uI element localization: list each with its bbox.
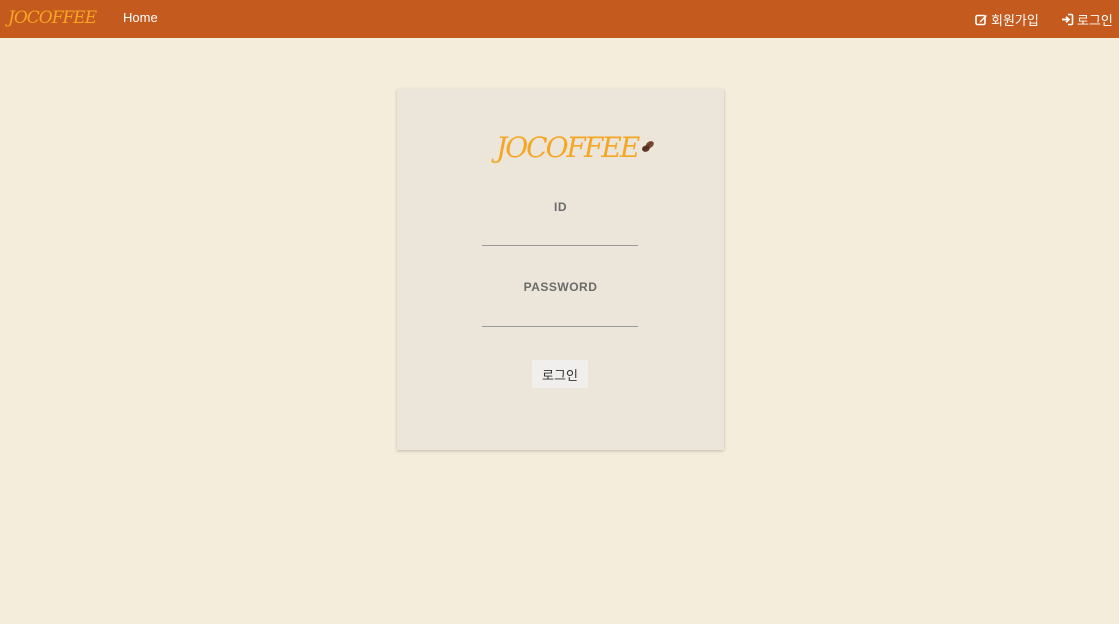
login-card-logo: JOCOFFEE bbox=[496, 125, 656, 169]
brand-logo[interactable]: JOCOFFEE bbox=[8, 4, 98, 32]
nav-login-label: 로그인 bbox=[1077, 13, 1113, 28]
nav-signup-link[interactable]: 회원가입 bbox=[975, 10, 1039, 29]
nav-signup-label: 회원가입 bbox=[991, 13, 1039, 28]
id-label: ID bbox=[554, 200, 567, 214]
brand-logo-text: JOCOFFEE bbox=[8, 8, 97, 28]
login-card: JOCOFFEE ID PASSWORD 로그인 bbox=[397, 89, 724, 450]
id-input[interactable] bbox=[482, 224, 638, 246]
nav-login-link[interactable]: 로그인 bbox=[1061, 10, 1113, 29]
top-navbar: JOCOFFEE Home 회원가입 로그인 bbox=[0, 0, 1119, 38]
coffee-bean-icon bbox=[642, 141, 655, 152]
login-submit-button[interactable]: 로그인 bbox=[532, 360, 588, 388]
login-logo-text: JOCOFFEE bbox=[496, 130, 640, 164]
password-input[interactable] bbox=[482, 305, 638, 327]
nav-home-link[interactable]: Home bbox=[123, 10, 158, 25]
sign-in-icon bbox=[1062, 13, 1074, 26]
password-label: PASSWORD bbox=[523, 280, 598, 294]
edit-icon bbox=[975, 14, 987, 26]
